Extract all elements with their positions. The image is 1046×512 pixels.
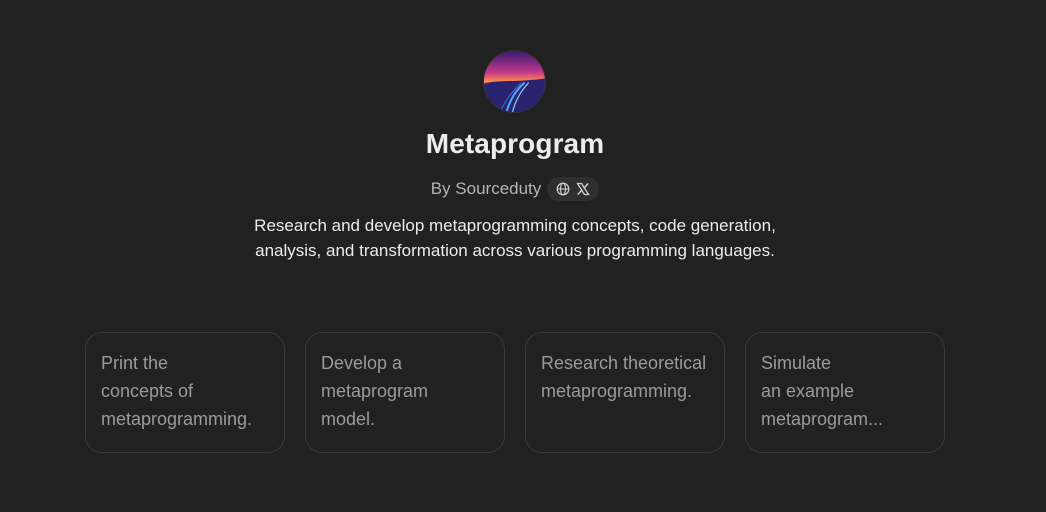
gpt-avatar bbox=[484, 51, 545, 112]
avatar-image bbox=[484, 51, 545, 112]
gpt-title: Metaprogram bbox=[425, 128, 605, 159]
gpt-landing: Metaprogram By Sourceduty Research and d… bbox=[0, 0, 1046, 512]
x-logo-icon[interactable] bbox=[576, 182, 590, 196]
author-name: By Sourceduty bbox=[430, 179, 542, 198]
starter-simulate-example[interactable]: Simulate an example metaprogram... bbox=[745, 332, 945, 453]
starter-print-concepts[interactable]: Print the concepts of metaprogramming. bbox=[85, 332, 285, 453]
conversation-starters: Print the concepts of metaprogramming. D… bbox=[85, 332, 945, 453]
gpt-description: Research and develop metaprogramming con… bbox=[254, 216, 776, 260]
author-line: By Sourceduty bbox=[0, 177, 1030, 201]
starter-research-theory[interactable]: Research theoretical metaprogramming. bbox=[525, 332, 725, 453]
globe-icon[interactable] bbox=[556, 182, 570, 196]
starter-develop-model[interactable]: Develop a metaprogram model. bbox=[305, 332, 505, 453]
social-links bbox=[547, 177, 600, 201]
